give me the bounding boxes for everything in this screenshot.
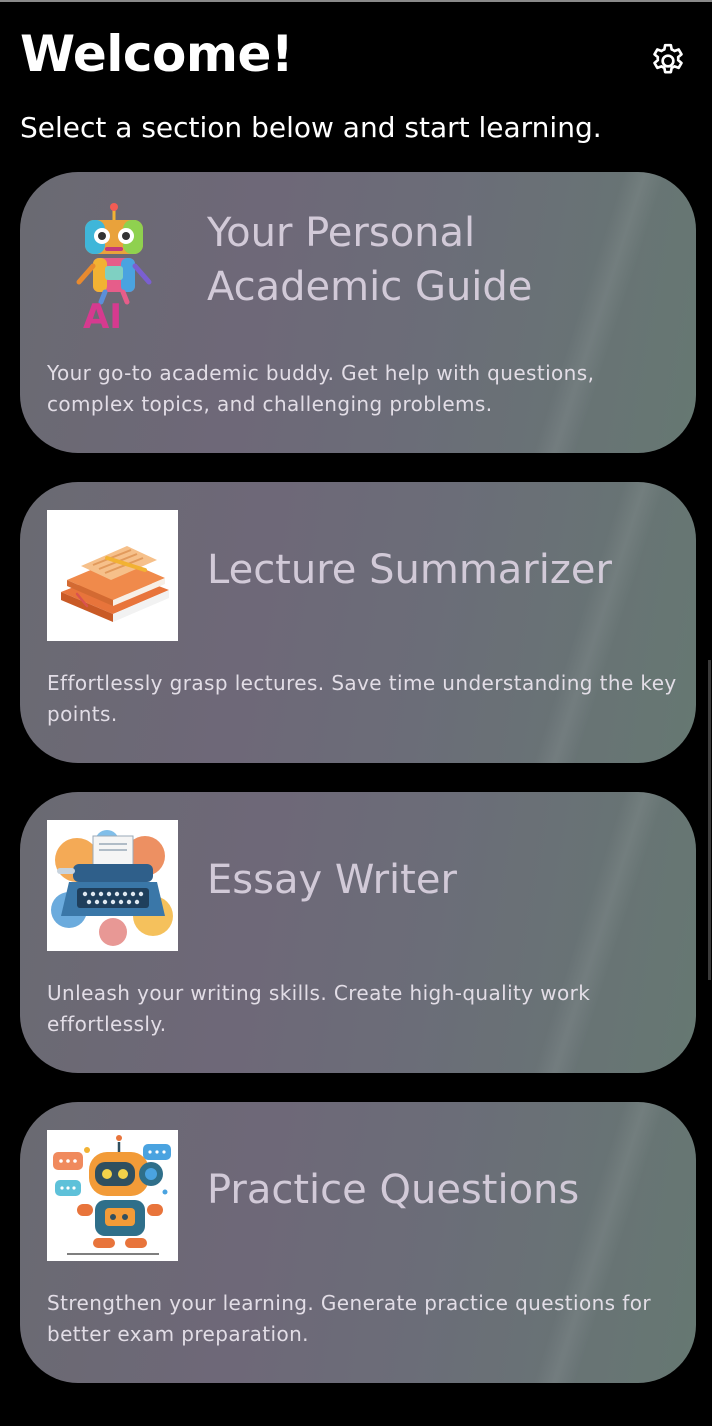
ai-robot-icon: AI xyxy=(47,200,178,331)
card-title: Practice Questions xyxy=(207,1167,580,1213)
page-subtitle: Select a section below and start learnin… xyxy=(20,111,602,144)
card-title: Your Personal Academic Guide xyxy=(207,210,533,310)
card-title: Lecture Summarizer xyxy=(207,547,612,593)
card-title: Essay Writer xyxy=(207,857,457,903)
gear-icon xyxy=(653,43,683,74)
scrollbar[interactable] xyxy=(708,660,711,980)
card-lecture-summarizer[interactable]: Lecture Summarizer Effortlessly grasp le… xyxy=(20,482,696,763)
card-essay-writer[interactable]: Essay Writer Unleash your writing skills… xyxy=(20,792,696,1073)
ai-logo-text: AI xyxy=(83,297,122,331)
card-description: Strengthen your learning. Generate pract… xyxy=(47,1291,651,1346)
card-description: Effortlessly grasp lectures. Save time u… xyxy=(47,671,677,726)
page-title: Welcome! xyxy=(20,25,294,83)
card-academic-guide[interactable]: AI Your Personal Academic Guide Your go-… xyxy=(20,172,696,453)
books-notepad-icon xyxy=(47,510,178,641)
chat-robot-icon xyxy=(47,1130,178,1261)
card-description: Your go-to academic buddy. Get help with… xyxy=(47,361,595,416)
page-header: Welcome! Select a section below and star… xyxy=(0,0,712,160)
settings-button[interactable] xyxy=(644,37,692,85)
card-description: Unleash your writing skills. Create high… xyxy=(47,981,591,1036)
typewriter-icon xyxy=(47,820,178,951)
card-practice-questions[interactable]: Practice Questions Strengthen your learn… xyxy=(20,1102,696,1383)
